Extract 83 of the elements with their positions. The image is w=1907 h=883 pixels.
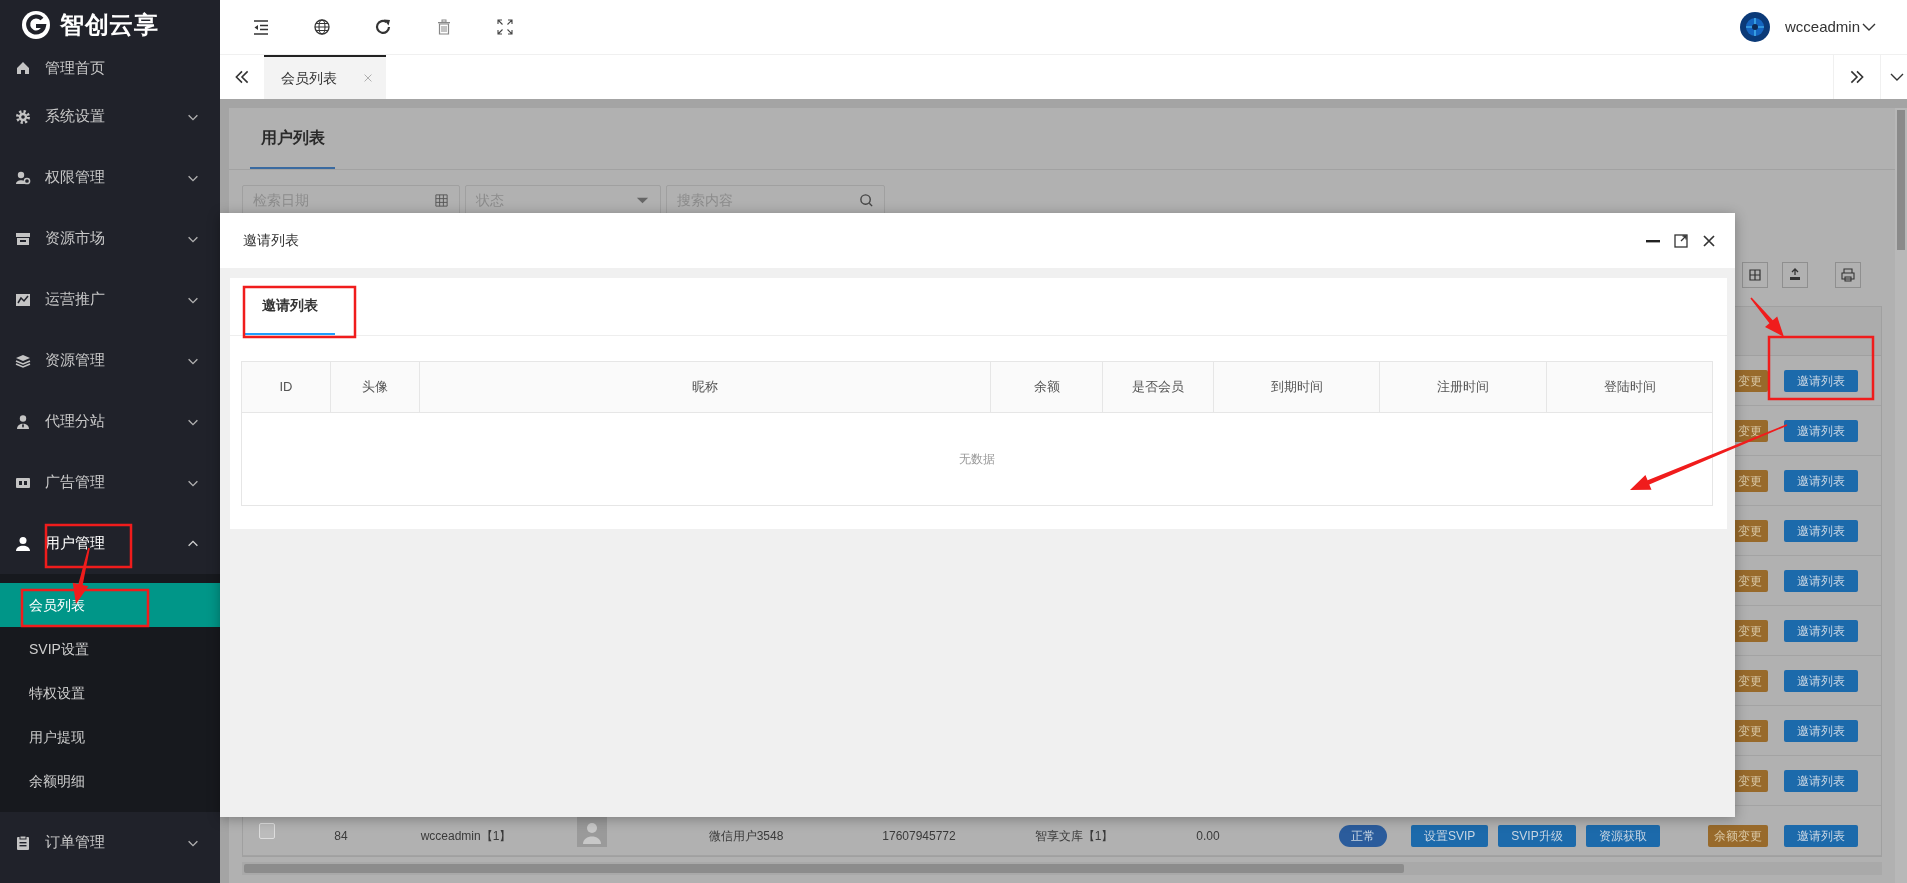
sidebar-item[interactable]: 管理首页 xyxy=(0,50,220,86)
row-checkbox[interactable] xyxy=(259,822,275,839)
clipboard-icon xyxy=(15,834,31,851)
sidebar-item[interactable]: 资源市场 xyxy=(0,208,220,269)
trash-icon[interactable] xyxy=(435,18,453,36)
table-cell-text: wcceadmin【1】 xyxy=(420,827,512,845)
sidebar-item[interactable]: 用户管理 xyxy=(0,513,220,574)
gear-icon xyxy=(15,108,31,125)
toolbar-button[interactable] xyxy=(1835,262,1861,288)
submenu-item[interactable]: 余额明细 xyxy=(0,759,220,803)
double-chevron-right-icon xyxy=(1848,68,1866,86)
row-button[interactable]: 邀请列表 xyxy=(1784,469,1858,492)
column-header: 余额 xyxy=(991,362,1103,412)
refresh-icon[interactable] xyxy=(374,18,392,36)
maximize-icon[interactable] xyxy=(1673,232,1689,249)
row-button[interactable]: 资源获取 xyxy=(1585,824,1660,847)
submenu-item[interactable]: 特权设置 xyxy=(0,671,220,715)
column-header: 登陆时间 xyxy=(1602,378,1657,397)
table-cell-text: 微信用户3548 xyxy=(708,827,784,845)
globe-icon[interactable] xyxy=(313,18,331,36)
page-tab[interactable]: 会员列表 xyxy=(264,55,386,99)
row-button[interactable]: 邀请列表 xyxy=(1784,569,1858,592)
row-button[interactable]: SVIP升级 xyxy=(1498,824,1576,847)
user-icon xyxy=(15,535,31,552)
sidebar-item[interactable]: 广告管理 xyxy=(0,452,220,513)
user-menu[interactable]: wcceadmin xyxy=(1739,12,1877,42)
sidebar-item[interactable]: 代理分站 xyxy=(0,391,220,452)
close-icon[interactable] xyxy=(1701,232,1717,249)
sidebar-item[interactable]: 权限管理 xyxy=(0,147,220,208)
avatar-placeholder-icon xyxy=(577,816,607,847)
row-button[interactable]: 邀请列表 xyxy=(1784,519,1858,542)
column-header: 昵称 xyxy=(420,362,991,412)
vertical-scrollbar[interactable] xyxy=(1895,108,1907,883)
row-button[interactable]: 邀请列表 xyxy=(1784,769,1858,792)
home-icon xyxy=(15,60,31,76)
user-lock-icon xyxy=(15,169,31,186)
avatar-icon xyxy=(1739,12,1770,42)
table-cell-text: 17607945772 xyxy=(882,827,956,845)
column-header: 是否会员 xyxy=(1103,362,1214,412)
sidebar-item[interactable]: 资源管理 xyxy=(0,330,220,391)
row-button[interactable]: 邀请列表 xyxy=(1784,824,1858,847)
sidebar-item[interactable]: 订单管理 xyxy=(0,812,220,873)
logo-text: 智创云享 xyxy=(60,10,159,40)
menu-collapse-icon[interactable] xyxy=(252,18,270,36)
double-chevron-left-icon xyxy=(233,68,251,86)
empty-message: 无数据 xyxy=(959,451,995,468)
column-header: 注册时间 xyxy=(1380,362,1547,412)
row-button[interactable]: 邀请列表 xyxy=(1784,419,1858,442)
row-button[interactable]: 设置SVIP xyxy=(1411,824,1489,847)
print-icon xyxy=(1840,267,1856,283)
calendar-icon xyxy=(434,192,449,208)
table-cell-text: 智享文库【1】 xyxy=(1034,827,1114,845)
row-button[interactable]: 余额变更 xyxy=(1708,824,1768,847)
row-button[interactable]: 邀请列表 xyxy=(1784,619,1858,642)
columns-icon xyxy=(1747,267,1763,283)
logo-icon xyxy=(20,9,52,41)
chart-icon xyxy=(15,291,31,308)
search-icon xyxy=(859,192,874,208)
table-cell-text: 84 xyxy=(334,827,348,845)
row-button[interactable]: 邀请列表 xyxy=(1784,719,1858,742)
dialog-title: 邀请列表 xyxy=(243,231,300,250)
row-button[interactable]: 邀请列表 xyxy=(1784,369,1858,392)
column-header: 到期时间 xyxy=(1214,362,1380,412)
submenu-item[interactable]: SVIP设置 xyxy=(0,627,220,671)
annotation-arrow xyxy=(1750,297,1784,337)
store-icon xyxy=(15,230,31,247)
table-cell-text: 0.00 xyxy=(1196,827,1220,845)
toolbar-button[interactable] xyxy=(1782,262,1808,288)
person-tie-icon xyxy=(15,413,31,430)
column-header: ID xyxy=(242,362,331,412)
dialog-tab[interactable]: 邀请列表 xyxy=(244,278,335,335)
row-button[interactable]: 邀请列表 xyxy=(1784,669,1858,692)
horizontal-scrollbar[interactable] xyxy=(242,862,1882,875)
sidebar-item[interactable]: 运营推广 xyxy=(0,269,220,330)
submenu-item[interactable]: 用户提现 xyxy=(0,715,220,759)
sidebar-item[interactable]: 系统设置 xyxy=(0,86,220,147)
status-badge: 正常 xyxy=(1339,824,1387,847)
export-icon xyxy=(1787,267,1803,283)
column-header: 头像 xyxy=(331,362,420,412)
layers-icon xyxy=(15,352,31,369)
panel-tab[interactable]: 用户列表 xyxy=(250,108,335,169)
toolbar-button[interactable] xyxy=(1742,262,1768,288)
fullscreen-icon[interactable] xyxy=(496,18,514,36)
